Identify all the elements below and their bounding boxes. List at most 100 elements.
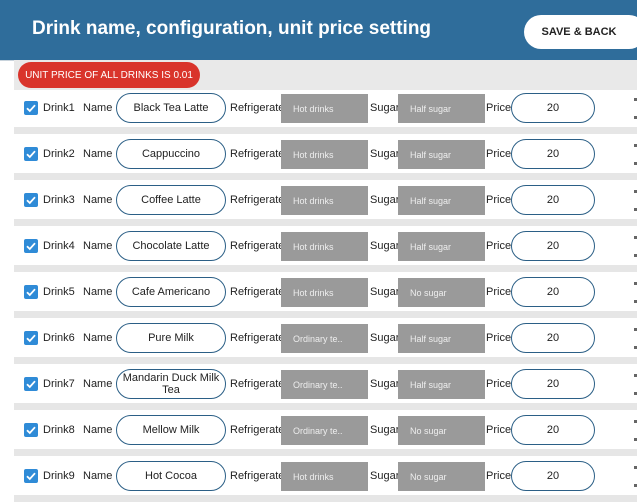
checkmark-icon [26, 242, 36, 251]
price-field[interactable]: 20 [511, 93, 595, 123]
sugar-label: Sugar [370, 286, 400, 298]
price-field[interactable]: 20 [511, 277, 595, 307]
price-label: Price [486, 470, 512, 482]
refrigerate-label: Refrigerate [230, 148, 285, 160]
drink-enabled-checkbox[interactable] [24, 285, 38, 299]
refrigerate-label: Refrigerate [230, 194, 285, 206]
row-divider [14, 403, 637, 410]
row-divider [14, 173, 637, 180]
refrigerate-select[interactable]: Hot drinks [281, 462, 368, 491]
refrigerate-label: Refrigerate [230, 286, 285, 298]
row-divider [14, 357, 637, 364]
page-title: Drink name, configuration, unit price se… [32, 18, 432, 39]
name-label: Name [83, 424, 113, 436]
drink-name-field[interactable]: Coffee Latte [116, 185, 226, 215]
sugar-select[interactable]: No sugar [398, 416, 485, 445]
drink-enabled-checkbox[interactable] [24, 101, 38, 115]
sugar-select[interactable]: No sugar [398, 278, 485, 307]
name-label: Name [83, 332, 113, 344]
save-and-back-button[interactable]: SAVE & BACK [524, 15, 637, 49]
refrigerate-select[interactable]: Ordinary te.. [281, 324, 368, 353]
price-label: Price [486, 378, 512, 390]
price-field[interactable]: 20 [511, 323, 595, 353]
drink-number-label: Drink2 [43, 148, 75, 160]
drink-enabled-checkbox[interactable] [24, 469, 38, 483]
sugar-select[interactable]: Half sugar [398, 324, 485, 353]
checkmark-icon [26, 196, 36, 205]
drink-name-field[interactable]: Mellow Milk [116, 415, 226, 445]
drink-name-field[interactable]: Cafe Americano [116, 277, 226, 307]
sugar-label: Sugar [370, 332, 400, 344]
sugar-select[interactable]: No sugar [398, 462, 485, 491]
drink-number-label: Drink1 [43, 102, 75, 114]
drink-name-field[interactable]: Chocolate Latte [116, 231, 226, 261]
drink-row: Drink3 Name Coffee Latte Refrigerate Hot… [14, 182, 637, 226]
drink-name-field[interactable]: Black Tea Latte [116, 93, 226, 123]
drink-number-label: Drink3 [43, 194, 75, 206]
checkmark-icon [26, 334, 36, 343]
row-divider [14, 219, 637, 226]
drink-enabled-checkbox[interactable] [24, 193, 38, 207]
sugar-label: Sugar [370, 424, 400, 436]
price-field[interactable]: 20 [511, 231, 595, 261]
drink-name-field[interactable]: Mandarin Duck Milk Tea [116, 369, 226, 399]
name-label: Name [83, 470, 113, 482]
price-label: Price [486, 148, 512, 160]
drink-enabled-checkbox[interactable] [24, 377, 38, 391]
drink-enabled-checkbox[interactable] [24, 423, 38, 437]
sugar-label: Sugar [370, 240, 400, 252]
name-label: Name [83, 148, 113, 160]
price-label: Price [486, 424, 512, 436]
drink-enabled-checkbox[interactable] [24, 331, 38, 345]
drink-row: Drink7 Name Mandarin Duck Milk Tea Refri… [14, 366, 637, 410]
drink-row: Drink8 Name Mellow Milk Refrigerate Ordi… [14, 412, 637, 456]
sugar-select[interactable]: Half sugar [398, 94, 485, 123]
price-field[interactable]: 20 [511, 415, 595, 445]
checkmark-icon [26, 104, 36, 113]
refrigerate-select[interactable]: Ordinary te.. [281, 370, 368, 399]
price-field[interactable]: 20 [511, 185, 595, 215]
drink-row: Drink1 Name Black Tea Latte Refrigerate … [14, 90, 637, 134]
sugar-label: Sugar [370, 148, 400, 160]
drink-row: Drink9 Name Hot Cocoa Refrigerate Hot dr… [14, 458, 637, 502]
sugar-label: Sugar [370, 194, 400, 206]
refrigerate-select[interactable]: Hot drinks [281, 140, 368, 169]
drink-enabled-checkbox[interactable] [24, 147, 38, 161]
unit-price-notice-button[interactable]: UNIT PRICE OF ALL DRINKS IS 0.01 [18, 62, 200, 88]
price-label: Price [486, 102, 512, 114]
sugar-label: Sugar [370, 470, 400, 482]
drink-row: Drink2 Name Cappuccino Refrigerate Hot d… [14, 136, 637, 180]
drink-name-field[interactable]: Cappuccino [116, 139, 226, 169]
refrigerate-select[interactable]: Hot drinks [281, 232, 368, 261]
refrigerate-label: Refrigerate [230, 332, 285, 344]
app-header: Drink name, configuration, unit price se… [0, 0, 637, 61]
drink-enabled-checkbox[interactable] [24, 239, 38, 253]
drink-number-label: Drink9 [43, 470, 75, 482]
refrigerate-label: Refrigerate [230, 470, 285, 482]
refrigerate-select[interactable]: Hot drinks [281, 186, 368, 215]
refrigerate-select[interactable]: Ordinary te.. [281, 416, 368, 445]
drink-number-label: Drink6 [43, 332, 75, 344]
price-field[interactable]: 20 [511, 461, 595, 491]
sugar-select[interactable]: Half sugar [398, 370, 485, 399]
sugar-select[interactable]: Half sugar [398, 232, 485, 261]
refrigerate-select[interactable]: Hot drinks [281, 278, 368, 307]
price-field[interactable]: 20 [511, 369, 595, 399]
refrigerate-select[interactable]: Hot drinks [281, 94, 368, 123]
price-field[interactable]: 20 [511, 139, 595, 169]
drink-number-label: Drink7 [43, 378, 75, 390]
drink-name-field[interactable]: Pure Milk [116, 323, 226, 353]
drink-row: Drink4 Name Chocolate Latte Refrigerate … [14, 228, 637, 272]
drink-number-label: Drink4 [43, 240, 75, 252]
drink-name-field[interactable]: Hot Cocoa [116, 461, 226, 491]
name-label: Name [83, 194, 113, 206]
checkmark-icon [26, 288, 36, 297]
name-label: Name [83, 378, 113, 390]
sugar-select[interactable]: Half sugar [398, 186, 485, 215]
drink-number-label: Drink5 [43, 286, 75, 298]
sugar-select[interactable]: Half sugar [398, 140, 485, 169]
refrigerate-label: Refrigerate [230, 424, 285, 436]
refrigerate-label: Refrigerate [230, 240, 285, 252]
refrigerate-label: Refrigerate [230, 102, 285, 114]
drink-row: Drink6 Name Pure Milk Refrigerate Ordina… [14, 320, 637, 364]
